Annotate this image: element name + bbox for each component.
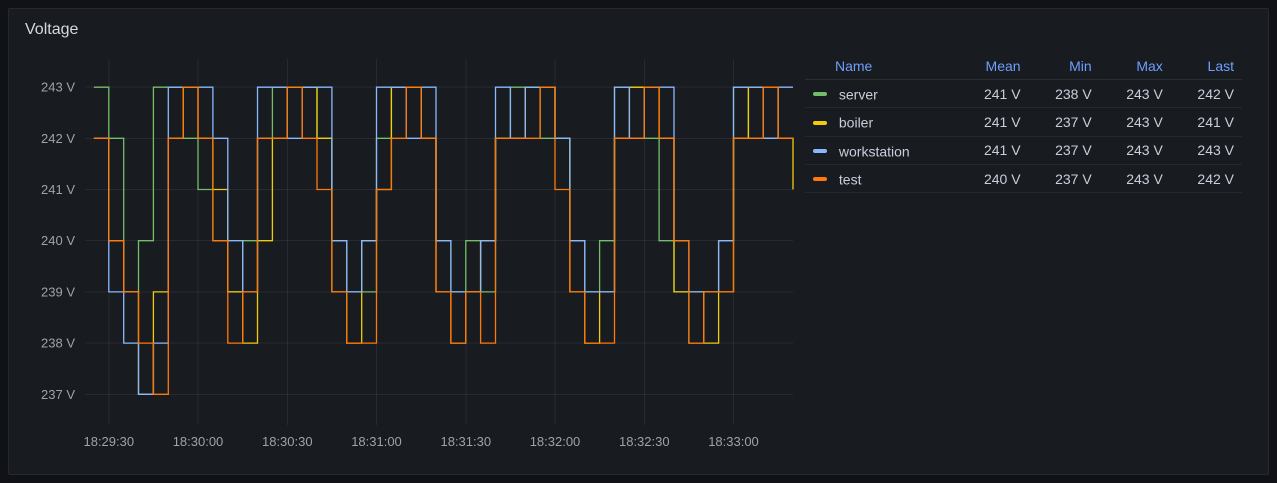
x-axis-label: 18:32:30 (619, 434, 670, 449)
series-color-swatch[interactable] (813, 121, 827, 125)
legend-header-max[interactable]: Max (1100, 53, 1171, 80)
series-min-value: 238 V (1029, 80, 1100, 108)
series-color-swatch[interactable] (813, 149, 827, 153)
series-mean-value: 241 V (957, 108, 1028, 136)
series-color-swatch[interactable] (813, 177, 827, 181)
series-name[interactable]: workstation (839, 143, 910, 159)
x-axis-label: 18:31:00 (351, 434, 402, 449)
series-max-value: 243 V (1100, 136, 1171, 164)
legend-row-workstation: workstation 241 V 237 V 243 V 243 V (805, 136, 1242, 164)
y-axis-label: 238 V (41, 336, 75, 351)
voltage-chart[interactable]: 243 V 242 V 241 V 240 V 239 V 238 V 237 V 18:29… (25, 53, 795, 453)
x-axis-label: 18:32:00 (530, 434, 581, 449)
series-name-cell: test (805, 164, 957, 192)
x-axis-label: 18:30:30 (262, 434, 313, 449)
series-last-value: 242 V (1171, 80, 1242, 108)
legend-header-name[interactable]: Name (805, 53, 957, 80)
series-max-value: 243 V (1100, 164, 1171, 192)
legend-table-grid: Name Mean Min Max Last server 241 V (805, 53, 1242, 193)
series-line-server[interactable] (94, 87, 793, 343)
x-axis-label: 18:29:30 (83, 434, 134, 449)
series-min-value: 237 V (1029, 136, 1100, 164)
panel-body: 243 V242 V241 V240 V239 V238 V237 V18:29… (25, 53, 1252, 464)
x-axis-label: 18:31:30 (440, 434, 491, 449)
y-axis-label: 239 V (41, 284, 75, 299)
legend-header-last[interactable]: Last (1171, 53, 1242, 80)
series-mean-value: 240 V (957, 164, 1028, 192)
series-last-value: 243 V (1171, 136, 1242, 164)
y-axis-label: 243 V (41, 80, 75, 95)
series-max-value: 243 V (1100, 108, 1171, 136)
series-name-cell: boiler (805, 108, 957, 136)
page: { "panel": { "title": "Voltage" }, "lege… (0, 0, 1277, 483)
y-axis-label: 237 V (41, 387, 75, 402)
series-name-cell: workstation (805, 136, 957, 164)
series-mean-value: 241 V (957, 80, 1028, 108)
x-axis-label: 18:30:00 (173, 434, 224, 449)
series-min-value: 237 V (1029, 108, 1100, 136)
series-last-value: 241 V (1171, 108, 1242, 136)
legend-row-server: server 241 V 238 V 243 V 242 V (805, 80, 1242, 108)
series-name-cell: server (805, 80, 957, 108)
series-min-value: 237 V (1029, 164, 1100, 192)
y-axis-label: 242 V (41, 131, 75, 146)
series-name[interactable]: boiler (839, 115, 873, 131)
panel-title[interactable]: Voltage (25, 19, 1252, 41)
series-last-value: 242 V (1171, 164, 1242, 192)
series-color-swatch[interactable] (813, 92, 827, 96)
panel-header: Voltage (25, 17, 1252, 41)
x-axis-label: 18:33:00 (708, 434, 759, 449)
y-axis-label: 240 V (41, 233, 75, 248)
legend-row-boiler: boiler 241 V 237 V 243 V 241 V (805, 108, 1242, 136)
series-mean-value: 241 V (957, 136, 1028, 164)
series-name[interactable]: server (839, 86, 878, 102)
legend-header-row: Name Mean Min Max Last (805, 53, 1242, 80)
legend-table: Name Mean Min Max Last server 241 V (805, 53, 1252, 193)
voltage-panel: Voltage 243 V242 V241 V240 V239 V238 V23… (8, 8, 1269, 475)
legend-header-mean[interactable]: Mean (957, 53, 1028, 80)
legend-header-min[interactable]: Min (1029, 53, 1100, 80)
y-axis-label: 241 V (41, 182, 75, 197)
chart-area: 243 V 242 V 241 V 240 V 239 V 238 V 237 V 18:29… (25, 53, 795, 458)
series-max-value: 243 V (1100, 80, 1171, 108)
legend-row-test: test 240 V 237 V 243 V 242 V (805, 164, 1242, 192)
series-name[interactable]: test (839, 171, 862, 187)
